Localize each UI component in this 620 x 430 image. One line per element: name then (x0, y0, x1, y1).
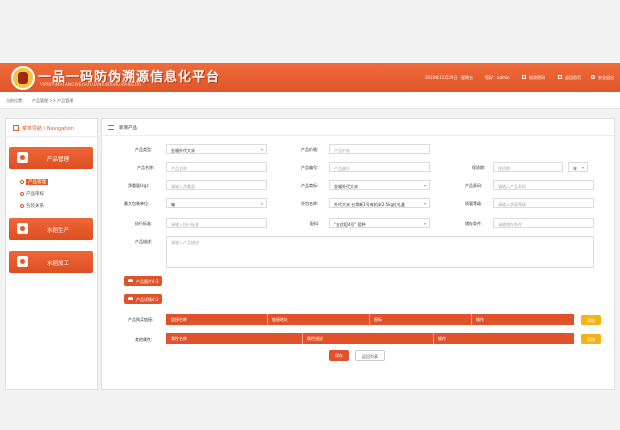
sidebar-header: 菜单导航 / Navigation (6, 119, 97, 137)
weight-label: 净重量(kg): (128, 183, 150, 188)
power-icon (591, 75, 595, 79)
change-password-link[interactable]: 修改密码 (529, 75, 545, 81)
upload-product-detail-button[interactable]: 产品详情4:3 (124, 294, 163, 304)
sub-item-product-management[interactable]: 产品管理 (26, 179, 48, 185)
sidebar: 菜单导航 / Navigation 产品管理 产品管理 产品审核 包装关系 水稻… (5, 118, 98, 390)
name-input[interactable]: 产品名称 (166, 162, 267, 172)
breadcrumb-prefix: 当前位置： (6, 98, 26, 103)
home-icon (558, 75, 562, 79)
key-icon (522, 75, 526, 79)
list-icon (108, 125, 114, 130)
shelf-life-unit-select[interactable]: 年 ▾ (568, 162, 588, 172)
sidebar-title: 菜单导航 / Navigation (22, 126, 74, 132)
sidebar-item-label: 水稻生产 (47, 228, 70, 234)
category-select[interactable]: 金福外代大米 ▾ (166, 144, 267, 154)
description-label: 产品描述: (135, 239, 153, 244)
back-to-list-button[interactable]: 返回列表 (355, 350, 385, 361)
ingredients-label: 配料: (310, 221, 320, 226)
price-input[interactable]: 产品价格 (329, 144, 430, 154)
breadcrumb: 当前位置： 产品管理 >> 产品管理 (0, 92, 620, 109)
brand-label: 产品商标: (301, 183, 319, 188)
column-header: 图标 (374, 317, 382, 322)
chevron-down-icon: ▾ (581, 165, 584, 170)
quality-level-label: 质量等级: (465, 201, 483, 206)
standard-label: 执行标准: (135, 221, 153, 226)
other-attrs-label: 其他属性: (135, 337, 153, 342)
other-attrs-table-header: 属性名称 属性描述 操作 (166, 333, 574, 344)
chevron-down-icon: ▾ (423, 221, 426, 226)
bullet-icon (20, 204, 24, 208)
standard-input[interactable]: 请输入执行标准 (166, 218, 267, 228)
category-label: 产品类型: (135, 147, 153, 152)
quality-level-input[interactable]: 请输入质量等级 (493, 198, 594, 208)
column-header: 属性描述 (307, 336, 323, 341)
site-subtitle: YIPINYIMAFANGWEISUYUANXINXIHUAPINGTAI (40, 82, 142, 87)
column-header: 链接名称 (171, 317, 187, 322)
upload-product-image-button[interactable]: 产品图片4:3 (124, 276, 163, 286)
sidebar-item-product-management[interactable]: 产品管理 (9, 147, 93, 169)
max-pack-label: 最大包装单位: (124, 201, 150, 206)
ingredients-select[interactable]: "五优稻4号" 稻种 ▾ (329, 218, 430, 228)
name-label: 产品名称: (137, 165, 155, 170)
description-textarea[interactable]: 请输入产品描述 (166, 236, 594, 268)
package-name-label: 外包名称: (301, 201, 319, 206)
column-header: 链接地址 (272, 317, 288, 322)
date-text: 2019年11月29日 · 星期五 (425, 75, 474, 80)
purchase-link-label: 产品购买链接: (128, 317, 154, 322)
storage-input[interactable]: 请输储存条件 (493, 218, 594, 228)
code-input[interactable]: 产品编号 (329, 162, 430, 172)
sidebar-item-label: 水稻加工 (47, 261, 70, 267)
logout-link[interactable]: 安全退出 (598, 75, 614, 81)
section-title: 新增产品 (119, 126, 137, 131)
weight-input[interactable]: 请输入净重量 (166, 180, 267, 190)
menu-icon (13, 125, 19, 131)
chevron-down-icon: ▾ (260, 201, 263, 206)
main-panel: 新增产品 产品类型: 金福外代大米 ▾ 产品价格: 产品价格 产品名称: 产品名称… (101, 118, 615, 390)
bullet-icon (20, 192, 24, 196)
column-header: 操作 (438, 336, 446, 341)
price-label: 产品价格: (301, 147, 319, 152)
code-label: 产品编号: (301, 165, 319, 170)
sidebar-item-rice-processing[interactable]: 水稻加工 (9, 251, 93, 273)
chevron-down-icon: ▾ (260, 147, 263, 152)
column-header: 属性名称 (171, 336, 187, 341)
brand-select[interactable]: 金福外代大米 ▾ (329, 180, 430, 190)
logo-icon (11, 66, 35, 90)
home-link[interactable]: 返回首页 (565, 75, 581, 81)
save-button[interactable]: 保存 (329, 350, 349, 361)
bullet-icon (20, 180, 24, 184)
sidebar-item-rice-production[interactable]: 水稻生产 (9, 218, 93, 240)
chevron-down-icon: ▾ (423, 183, 426, 188)
add-purchase-link-button[interactable]: 添加 (581, 315, 601, 325)
storage-label: 储存条件: (465, 221, 483, 226)
max-pack-select[interactable]: 箱 ▾ (166, 198, 267, 208)
plant-icon (17, 223, 28, 234)
barcode-input[interactable]: 请输入产品条码 (493, 180, 594, 190)
chevron-down-icon: ▾ (423, 201, 426, 206)
add-attribute-button[interactable]: 添加 (581, 334, 601, 344)
section-header: 新增产品 (102, 119, 614, 136)
product-icon (17, 152, 28, 163)
purchase-link-table-header: 链接名称 链接地址 图标 操作 (166, 314, 574, 325)
factory-icon (17, 256, 28, 267)
sidebar-item-label: 产品管理 (47, 157, 70, 163)
shelf-life-label: 保质期: (472, 165, 486, 170)
sub-item-product-review[interactable]: 产品审核 (26, 191, 44, 197)
shelf-life-input[interactable]: 保质期 (493, 162, 563, 172)
package-name-select[interactable]: 外代大米·五常新1号有机米2.5kg红礼盒 ▾ (329, 198, 430, 208)
column-header: 操作 (476, 317, 484, 322)
user-greeting: 您好：admin (485, 75, 510, 80)
barcode-label: 产品条码: (465, 183, 483, 188)
breadcrumb-path[interactable]: 产品管理 >> 产品管理 (32, 98, 73, 104)
sub-item-package-relation[interactable]: 包装关系 (26, 203, 44, 209)
